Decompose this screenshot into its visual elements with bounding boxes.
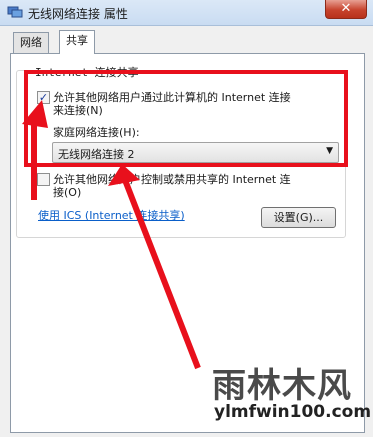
home-connection-select[interactable]: 无线网络连接 2 ▼ [52,142,339,163]
allow-control-label-line1: 允许其他网络用户控制或禁用共享的 Internet 连 [53,173,291,186]
chevron-down-icon: ▼ [326,146,333,156]
settings-button[interactable]: 设置(G)... [261,207,336,228]
allow-share-label-line2: 来连接(N) [53,104,103,117]
group-title: Internet 连接共享 [32,64,142,80]
home-connection-value: 无线网络连接 2 [58,148,135,161]
ics-help-link[interactable]: 使用 ICS (Internet 连接共享) [38,207,185,223]
close-button[interactable]: ✕ [325,0,367,19]
tab-sharing[interactable]: 共享 [59,30,95,54]
home-connection-label: 家庭网络连接(H): [53,126,140,139]
tab-network[interactable]: 网络 [13,32,49,53]
allow-control-checkbox[interactable] [37,173,50,186]
allow-control-label-line2: 接(O) [53,186,82,199]
watermark-logo: 雨林木风 [212,366,352,406]
watermark-url: ylmfwin100.com [214,402,372,422]
window-title: 无线网络连接 属性 [28,7,128,21]
network-icon [7,6,23,18]
allow-share-label-line1: 允许其他网络用户通过此计算机的 Internet 连接 [53,91,291,104]
allow-share-checkbox[interactable]: ✓ [37,91,50,104]
title-bar: 无线网络连接 属性 ✕ [0,0,373,26]
